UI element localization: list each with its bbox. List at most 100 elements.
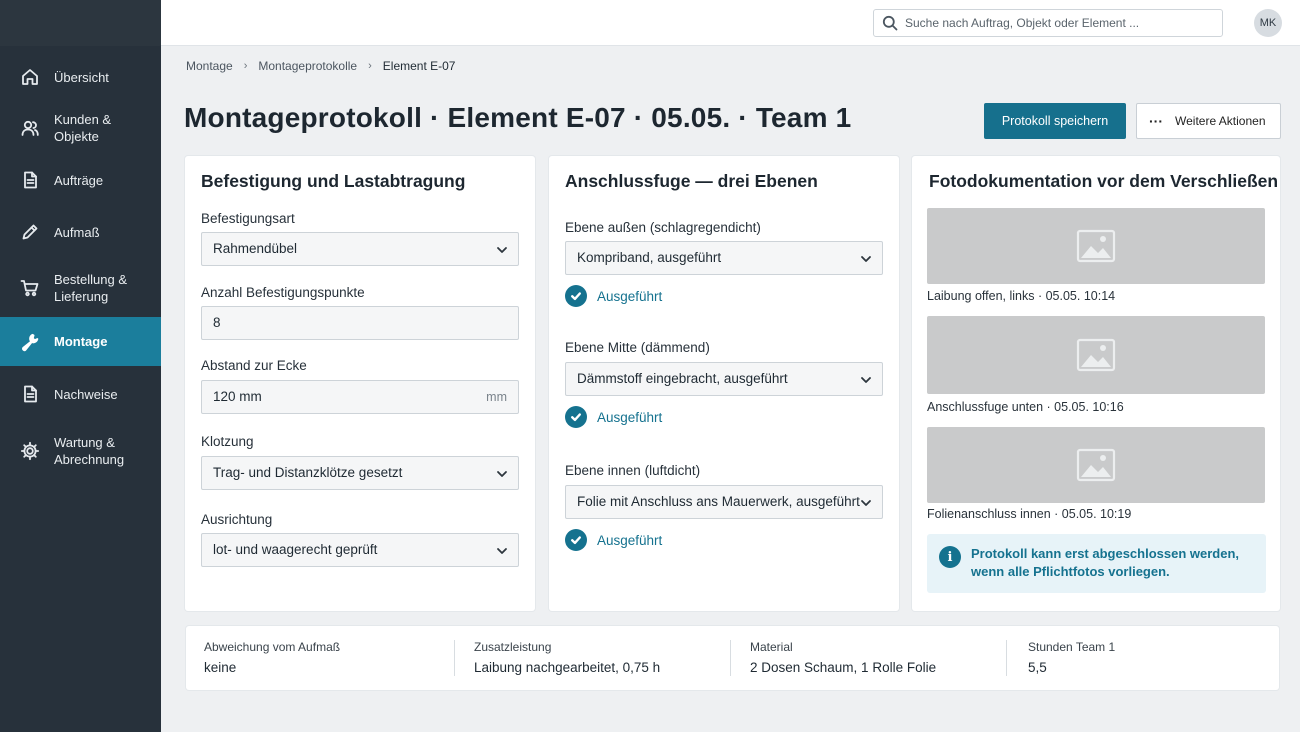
klotzung-select[interactable]: Trag- und Distanzklötze gesetzt <box>201 456 519 490</box>
document-icon <box>20 170 40 190</box>
breadcrumb: Montage › Montageprotokolle › Element E-… <box>186 58 455 74</box>
sidebar-item-label: Aufträge <box>54 172 104 188</box>
field-label-befestigungsart: Befestigungsart <box>201 211 295 226</box>
summary-zusatzleistung: Zusatzleistung Laibung nachgearbeitet, 0… <box>474 626 724 690</box>
info-icon: i <box>939 546 961 568</box>
select-value: Folie mit Anschluss ans Mauerwerk, ausge… <box>577 494 860 509</box>
sidebar-item-montage[interactable]: Montage <box>0 317 161 366</box>
sidebar-item-label: Montage <box>54 334 108 349</box>
info-text: Protokoll kann erst abgeschlossen werden… <box>971 546 1240 579</box>
ebene-mitte-select[interactable]: Dämmstoff eingebracht, ausgeführt <box>565 362 883 396</box>
photo-thumbnail[interactable] <box>927 427 1265 503</box>
status-label: Ausgeführt <box>597 532 663 548</box>
more-actions-label: Weitere Aktionen <box>1175 114 1266 128</box>
field-label-ebene-mitte: Ebene Mitte (dämmend) <box>565 340 710 355</box>
ebene-innen-select[interactable]: Folie mit Anschluss ans Mauerwerk, ausge… <box>565 485 883 519</box>
chevron-down-icon <box>496 468 508 480</box>
document-icon <box>20 384 40 404</box>
users-icon <box>20 118 40 138</box>
photo-caption: Anschlussfuge unten · 05.05. 10:16 <box>927 400 1124 414</box>
summary-stunden: Stunden Team 1 5,5 <box>1028 626 1258 690</box>
summary-material: Material 2 Dosen Schaum, 1 Rolle Folie <box>750 626 1000 690</box>
select-value: lot- und waagerecht geprüft <box>213 542 378 557</box>
chevron-down-icon <box>496 545 508 557</box>
status-ausgefuehrt-aussen: Ausgeführt <box>565 285 662 307</box>
field-label-ausrichtung: Ausrichtung <box>201 512 273 527</box>
sidebar-item-label: Wartung & Abrechnung <box>54 435 125 467</box>
home-icon <box>20 67 40 87</box>
summary-value: Laibung nachgearbeitet, 0,75 h <box>474 660 661 675</box>
chevron-right-icon: › <box>243 60 248 72</box>
input-value: 8 <box>213 315 221 330</box>
unit-label: mm <box>486 390 507 404</box>
sidebar-item-label: Kunden & Objekte <box>54 112 112 144</box>
select-value: Kompriband, ausgeführt <box>577 250 722 265</box>
breadcrumb-item-montage[interactable]: Montage <box>186 59 233 73</box>
chevron-down-icon <box>860 253 872 265</box>
cart-icon <box>20 278 40 298</box>
card-title-befestigung: Befestigung und Lastabtragung <box>201 171 466 191</box>
photo-thumbnail[interactable] <box>927 316 1265 394</box>
field-label-klotzung: Klotzung <box>201 434 254 449</box>
divider <box>454 640 455 676</box>
summary-value: 2 Dosen Schaum, 1 Rolle Folie <box>750 660 937 675</box>
card-title-fotos: Fotodokumentation vor dem Verschließen <box>929 171 1279 191</box>
field-label-abstand: Abstand zur Ecke <box>201 358 307 373</box>
select-value: Trag- und Distanzklötze gesetzt <box>213 465 403 480</box>
more-dots-icon: ··· <box>1149 113 1163 129</box>
card-title-anschlussfuge: Anschlussfuge — drei Ebenen <box>565 171 818 191</box>
breadcrumb-item-current: Element E-07 <box>382 59 456 73</box>
field-label-ebene-innen: Ebene innen (luftdicht) <box>565 463 701 478</box>
summary-label: Stunden Team 1 <box>1028 640 1116 654</box>
ebene-aussen-select[interactable]: Kompriband, ausgeführt <box>565 241 883 275</box>
chevron-down-icon <box>860 497 872 509</box>
sidebar-item-bestellung[interactable]: Bestellung & Lieferung <box>0 263 161 313</box>
sidebar: Übersicht Kunden & Objekte Aufträge Aufm… <box>0 0 161 732</box>
input-value: 120 mm <box>213 389 262 404</box>
befestigungsart-select[interactable]: Rahmendübel <box>201 232 519 266</box>
status-ausgefuehrt-mitte: Ausgeführt <box>565 406 662 428</box>
sidebar-item-kunden[interactable]: Kunden & Objekte <box>0 109 161 147</box>
summary-value: 5,5 <box>1028 660 1047 675</box>
search-box[interactable] <box>873 9 1223 37</box>
photo-thumbnail[interactable] <box>927 208 1265 284</box>
abstand-zur-ecke-input[interactable]: 120 mm mm <box>201 380 519 414</box>
status-ausgefuehrt-innen: Ausgeführt <box>565 529 662 551</box>
summary-label: Abweichung vom Aufmaß <box>204 640 341 654</box>
summary-bar: Abweichung vom Aufmaß keine Zusatzleistu… <box>186 626 1279 690</box>
divider <box>730 640 731 676</box>
image-placeholder-icon <box>1076 338 1116 372</box>
sidebar-item-auftraege[interactable]: Aufträge <box>0 161 161 199</box>
summary-value: keine <box>204 660 237 675</box>
status-label: Ausgeführt <box>597 288 663 304</box>
search-icon <box>882 15 898 31</box>
divider <box>1006 640 1007 676</box>
sidebar-item-uebersicht[interactable]: Übersicht <box>0 58 161 96</box>
sidebar-item-nachweise[interactable]: Nachweise <box>0 375 161 413</box>
pencil-icon <box>20 222 40 242</box>
breadcrumb-item-protokolle[interactable]: Montageprotokolle <box>258 59 357 73</box>
info-notice: i Protokoll kann erst abgeschlossen werd… <box>927 534 1266 593</box>
summary-abweichung: Abweichung vom Aufmaß keine <box>204 626 454 690</box>
select-value: Dämmstoff eingebracht, ausgeführt <box>577 371 788 386</box>
anzahl-befestigungspunkte-input[interactable]: 8 <box>201 306 519 340</box>
status-label: Ausgeführt <box>597 409 663 425</box>
summary-label: Material <box>750 640 793 654</box>
sidebar-item-wartung[interactable]: Wartung & Abrechnung <box>0 426 161 476</box>
chevron-down-icon <box>496 244 508 256</box>
select-value: Rahmendübel <box>213 241 298 256</box>
sidebar-header <box>0 0 161 46</box>
check-circle-icon <box>565 285 587 307</box>
summary-label: Zusatzleistung <box>474 640 552 654</box>
more-actions-button[interactable]: ··· Weitere Aktionen <box>1136 103 1281 139</box>
page-title: Montageprotokoll · Element E-07 · 05.05.… <box>184 102 852 133</box>
chevron-down-icon <box>860 374 872 386</box>
avatar[interactable]: MK <box>1254 9 1282 37</box>
sidebar-item-aufmass[interactable]: Aufmaß <box>0 213 161 251</box>
image-placeholder-icon <box>1076 448 1116 482</box>
field-label-ebene-aussen: Ebene außen (schlagregendicht) <box>565 220 761 235</box>
save-protocol-button[interactable]: Protokoll speichern <box>984 103 1126 139</box>
search-input[interactable] <box>905 13 1215 33</box>
ausrichtung-select[interactable]: lot- und waagerecht geprüft <box>201 533 519 567</box>
photo-caption: Laibung offen, links · 05.05. 10:14 <box>927 289 1116 303</box>
